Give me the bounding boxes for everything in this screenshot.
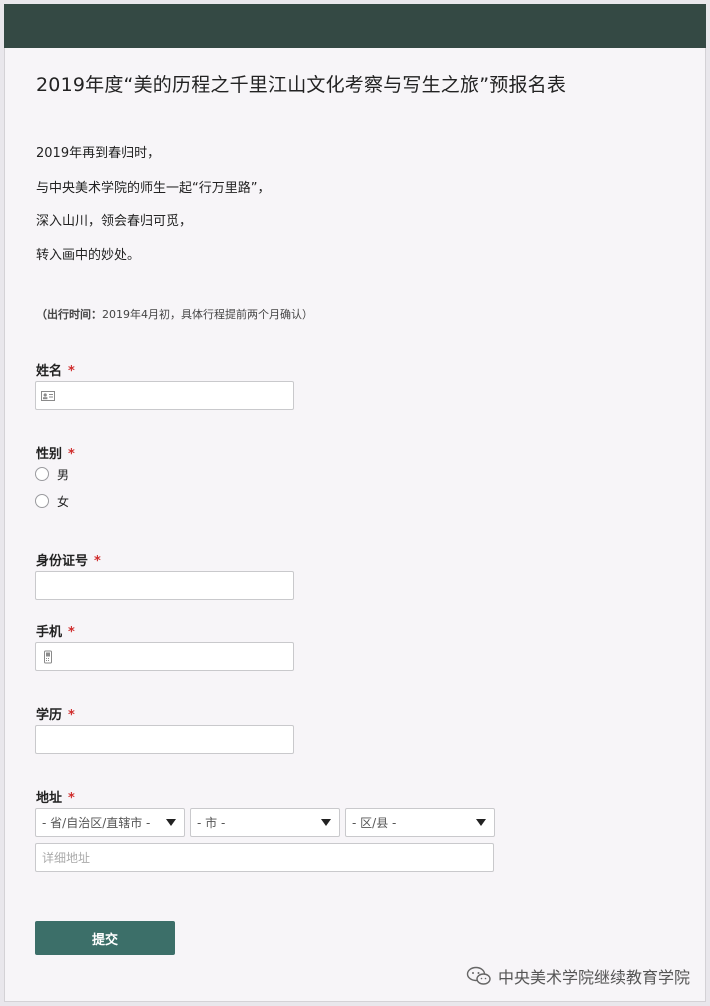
travel-time-label: （出行时间：	[36, 308, 102, 321]
watermark: 中央美术学院继续教育学院	[466, 964, 690, 988]
phone-label: 手机 *	[36, 621, 75, 640]
address-label-text: 地址	[36, 791, 63, 806]
id-number-label: 身份证号 *	[36, 550, 101, 569]
intro-line: 转入画中的妙处。	[36, 248, 141, 263]
phone-label-text: 手机	[36, 625, 63, 640]
city-select[interactable]: - 市 -	[190, 808, 340, 837]
education-label-text: 学历	[36, 708, 63, 723]
id-card-icon	[41, 391, 55, 401]
district-select-value: - 区/县 -	[352, 816, 397, 830]
district-select[interactable]: - 区/县 -	[345, 808, 495, 837]
radio-button[interactable]	[35, 467, 49, 481]
city-select-value: - 市 -	[197, 816, 226, 830]
education-input[interactable]	[35, 725, 294, 754]
name-label: 姓名 *	[36, 360, 75, 379]
id-number-label-text: 身份证号	[36, 554, 89, 569]
required-mark: *	[68, 364, 75, 379]
gender-option-label: 女	[57, 494, 70, 509]
address-label: 地址 *	[36, 787, 75, 806]
dropdown-caret-icon	[476, 819, 486, 826]
header-bar	[4, 4, 706, 48]
address-detail-placeholder: 详细地址	[42, 851, 91, 865]
required-mark: *	[94, 554, 101, 569]
intro-line: 深入山川，领会春归可觅，	[36, 214, 193, 229]
travel-time-note: （出行时间：2019年4月初，具体行程提前两个月确认）	[36, 306, 313, 322]
form-title: 2019年度“美的历程之千里江山文化考察与写生之旅”预报名表	[36, 74, 567, 96]
name-input[interactable]	[35, 381, 294, 410]
submit-button[interactable]: 提交	[35, 921, 175, 955]
mobile-phone-icon	[44, 650, 52, 664]
dropdown-caret-icon	[321, 819, 331, 826]
required-mark: *	[68, 625, 75, 640]
intro-line: 与中央美术学院的师生一起“行万里路”，	[36, 181, 271, 196]
province-select[interactable]: - 省/自治区/直辖市 -	[35, 808, 185, 837]
required-mark: *	[68, 708, 75, 723]
gender-label: 性别 *	[36, 443, 75, 462]
required-mark: *	[68, 447, 75, 462]
wechat-icon	[466, 966, 491, 985]
intro-line: 2019年再到春归时，	[36, 146, 161, 161]
gender-label-text: 性别	[36, 447, 63, 462]
dropdown-caret-icon	[166, 819, 176, 826]
province-select-value: - 省/自治区/直辖市 -	[42, 816, 151, 830]
radio-button[interactable]	[35, 494, 49, 508]
gender-option-female[interactable]: 女	[35, 492, 69, 510]
name-label-text: 姓名	[36, 364, 63, 379]
required-mark: *	[68, 791, 75, 806]
address-detail-input[interactable]: 详细地址	[35, 843, 494, 872]
travel-time-text: 2019年4月初，具体行程提前两个月确认）	[102, 308, 313, 321]
id-number-input[interactable]	[35, 571, 294, 600]
watermark-text: 中央美术学院继续教育学院	[497, 968, 690, 987]
phone-input[interactable]	[35, 642, 294, 671]
gender-option-male[interactable]: 男	[35, 465, 69, 483]
education-label: 学历 *	[36, 704, 75, 723]
gender-option-label: 男	[57, 467, 70, 482]
